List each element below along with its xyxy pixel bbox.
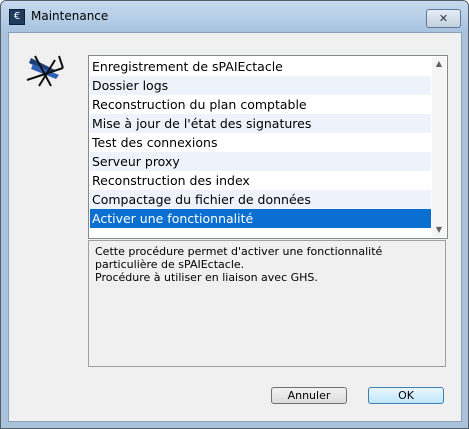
list-vertical-scrollbar[interactable]: ▲ ▼ — [432, 57, 446, 237]
procedure-description: Cette procédure permet d'activer une fon… — [88, 240, 446, 367]
deck-chair-logo-icon — [26, 55, 64, 87]
maintenance-window: € Maintenance ✕ Enregistrement de sPAIEc… — [0, 0, 469, 429]
list-item[interactable]: Compactage du fichier de données — [90, 190, 431, 209]
scroll-down-button[interactable]: ▼ — [432, 223, 446, 237]
ok-button[interactable]: OK — [368, 387, 444, 404]
arrow-down-icon: ▼ — [435, 225, 443, 234]
list-item[interactable]: Reconstruction du plan comptable — [90, 95, 431, 114]
list-item[interactable]: Serveur proxy — [90, 152, 431, 171]
window-title: Maintenance — [31, 9, 109, 23]
scroll-up-button[interactable]: ▲ — [432, 57, 446, 71]
list-item[interactable]: Dossier logs — [90, 76, 431, 95]
close-button[interactable]: ✕ — [426, 9, 461, 28]
arrow-up-icon: ▲ — [435, 59, 443, 68]
description-line: particulière de sPAIEctacle. — [95, 258, 245, 271]
dialog-client-area: Enregistrement de sPAIEctacle Dossier lo… — [8, 32, 462, 422]
maintenance-procedure-list[interactable]: Enregistrement de sPAIEctacle Dossier lo… — [88, 55, 448, 239]
list-item[interactable]: Enregistrement de sPAIEctacle — [90, 57, 431, 76]
cancel-button[interactable]: Annuler — [271, 387, 347, 404]
app-icon[interactable]: € — [9, 9, 25, 25]
list-item[interactable]: Mise à jour de l'état des signatures — [90, 114, 431, 133]
list-item[interactable]: Reconstruction des index — [90, 171, 431, 190]
list-item[interactable]: Test des connexions — [90, 133, 431, 152]
title-bar[interactable]: € Maintenance ✕ — [1, 1, 468, 31]
description-line: Cette procédure permet d'activer une fon… — [95, 245, 383, 258]
description-line: Procédure à utiliser en liaison avec GHS… — [95, 271, 318, 284]
close-icon: ✕ — [438, 12, 449, 25]
list-item-selected[interactable]: Activer une fonctionnalité — [90, 209, 431, 228]
